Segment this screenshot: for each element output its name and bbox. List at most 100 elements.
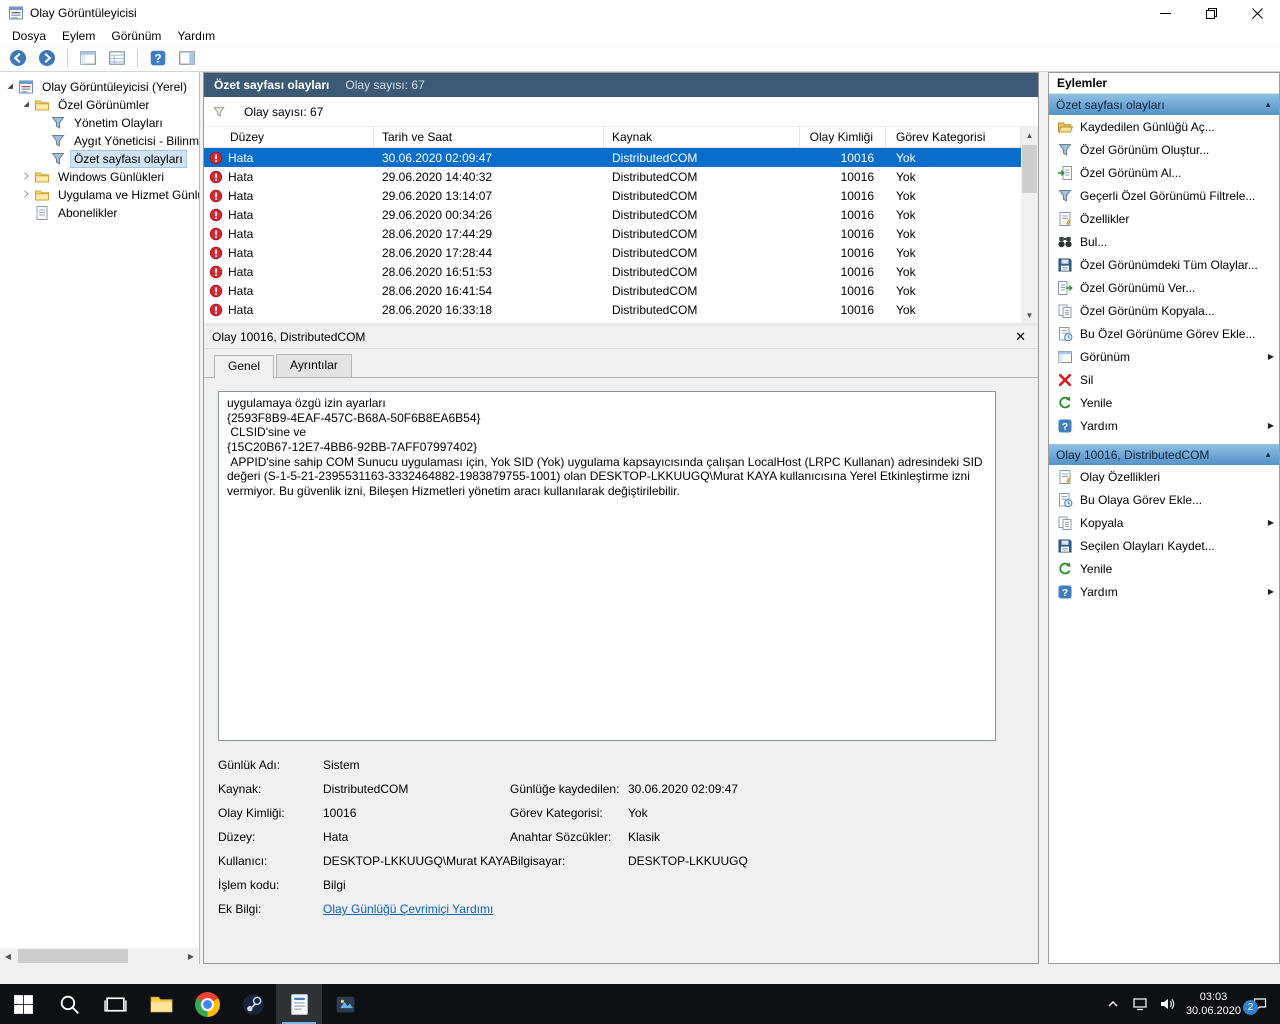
event-viewer-button[interactable] — [276, 984, 322, 1024]
copy-icon — [1057, 303, 1073, 319]
action-group-header[interactable]: Özet sayfası olayları ▲ — [1049, 94, 1279, 115]
column-header[interactable]: Görev Kategorisi — [886, 127, 1021, 147]
level-cell: Hata — [204, 227, 374, 241]
event-row[interactable]: Hata 29.06.2020 13:14:07 DistributedCOM 100… — [204, 186, 1021, 205]
action-item[interactable]: Kaydedilen Günlüğü Aç... — [1049, 115, 1279, 138]
action-item[interactable]: Özellikler — [1049, 207, 1279, 230]
forward-button[interactable] — [35, 47, 59, 69]
action-item[interactable]: Özel Görünüm Al... — [1049, 161, 1279, 184]
menu-item-1[interactable]: Eylem — [54, 27, 103, 45]
tree-item[interactable]: Uygulama ve Hizmet Günlük — [0, 186, 199, 204]
event-row[interactable]: Hata 28.06.2020 16:51:53 DistributedCOM 100… — [204, 262, 1021, 281]
chrome-button[interactable] — [184, 984, 230, 1024]
menu-item-3[interactable]: Yardım — [169, 27, 223, 45]
category-cell: Yok — [896, 150, 916, 165]
action-item[interactable]: Kopyala ▶ — [1049, 511, 1279, 534]
action-center-button[interactable]: 2 — [1243, 996, 1268, 1015]
console-tree-button[interactable] — [76, 47, 100, 69]
column-header[interactable]: Tarih ve Saat — [374, 127, 604, 147]
scroll-down-icon[interactable]: ▼ — [1022, 307, 1038, 323]
action-pane-button[interactable] — [175, 47, 199, 69]
tree-item[interactable]: Windows Günlükleri — [0, 168, 199, 186]
file-explorer-button[interactable] — [138, 984, 184, 1024]
action-item[interactable]: Özel Görünümdeki Tüm Olaylar... — [1049, 253, 1279, 276]
tree-item[interactable]: Abonelikler — [0, 204, 199, 222]
event-row[interactable]: Hata 28.06.2020 16:41:54 DistributedCOM 100… — [204, 281, 1021, 300]
list-view-button[interactable] — [105, 47, 129, 69]
start-icon — [11, 992, 36, 1017]
network-icon[interactable] — [1132, 996, 1148, 1012]
volume-icon[interactable] — [1159, 996, 1175, 1012]
event-row[interactable]: Hata 30.06.2020 02:09:47 DistributedCOM 100… — [204, 148, 1021, 167]
tree-expander-icon[interactable] — [19, 99, 33, 111]
menu-item-2[interactable]: Görünüm — [103, 27, 169, 45]
event-row[interactable]: Hata 28.06.2020 16:33:18 DistributedCOM 100… — [204, 300, 1021, 319]
tray-chevron-icon[interactable] — [1105, 996, 1121, 1012]
action-item[interactable]: Bul... — [1049, 230, 1279, 253]
event-description[interactable]: uygulamaya özgü izin ayarları {2593F8B9-… — [218, 391, 996, 741]
close-button[interactable] — [1234, 0, 1280, 26]
event-viewer-window: Olay Görüntüleyicisi Dosya Eylem Görünüm Ya… — [0, 0, 1280, 1024]
tree-item[interactable]: Özet sayfası olayları — [0, 150, 199, 168]
tree-item[interactable]: Olay Görüntüleyicisi (Yerel) — [0, 78, 199, 96]
column-header[interactable]: Olay Kimliği — [800, 127, 886, 147]
tree-horizontal-scrollbar[interactable]: ◀ ▶ — [0, 948, 199, 964]
toolbar-separator — [67, 49, 68, 67]
action-item[interactable]: Bu Olaya Görev Ekle... — [1049, 488, 1279, 511]
action-item[interactable]: Özel Görünüm Oluştur... — [1049, 138, 1279, 161]
pinned-app-button[interactable] — [322, 984, 368, 1024]
scroll-up-icon[interactable]: ▲ — [1022, 127, 1038, 143]
action-item[interactable]: Sil — [1049, 368, 1279, 391]
restore-button[interactable] — [1188, 0, 1234, 26]
action-item[interactable]: ? Yardım ▶ — [1049, 414, 1279, 437]
list-vertical-scrollbar[interactable]: ▲ ▼ — [1021, 127, 1038, 323]
event-row[interactable]: Hata 29.06.2020 00:34:26 DistributedCOM 100… — [204, 205, 1021, 224]
scrollbar-thumb[interactable] — [1022, 145, 1037, 193]
search-button[interactable] — [46, 984, 92, 1024]
tree-item[interactable]: Özel Görünümler — [0, 96, 199, 114]
action-item[interactable]: Özel Görünüm Kopyala... — [1049, 299, 1279, 322]
steam-button[interactable] — [230, 984, 276, 1024]
action-item[interactable]: Bu Özel Görünüme Görev Ekle... — [1049, 322, 1279, 345]
column-header[interactable]: Kaynak — [604, 127, 800, 147]
chrome-icon — [194, 991, 220, 1017]
action-item[interactable]: Seçilen Olayları Kaydet... — [1049, 534, 1279, 557]
help-button[interactable]: ? — [146, 47, 170, 69]
scrollbar-thumb[interactable] — [18, 949, 128, 963]
event-row[interactable]: Hata 29.06.2020 14:40:32 DistributedCOM 100… — [204, 167, 1021, 186]
action-pane-icon — [178, 49, 196, 67]
event-row[interactable]: Hata 28.06.2020 17:44:29 DistributedCOM 100… — [204, 224, 1021, 243]
task-view-button[interactable] — [92, 984, 138, 1024]
action-item[interactable]: Yenile — [1049, 557, 1279, 580]
tree-expander-icon[interactable] — [19, 189, 33, 201]
tree-expander-icon[interactable] — [19, 171, 33, 183]
event-fields: Günlük Adı: Sistem Kaynak: DistributedCOM Gü… — [218, 758, 1024, 926]
event-log-online-help-link[interactable]: Olay Günlüğü Çevrimiçi Yardımı — [323, 902, 510, 916]
scroll-right-icon[interactable]: ▶ — [183, 948, 199, 964]
tree-expander-icon[interactable] — [3, 81, 17, 93]
tree-item[interactable]: Yönetim Olayları — [0, 114, 199, 132]
tree-item[interactable]: Aygıt Yöneticisi - Bilinme — [0, 132, 199, 150]
tab-genel[interactable]: Genel — [214, 355, 275, 378]
start-button[interactable] — [0, 984, 46, 1024]
scrollbar-track[interactable] — [1021, 143, 1038, 307]
scrollbar-track[interactable] — [16, 948, 183, 964]
action-item[interactable]: ? Yardım ▶ — [1049, 580, 1279, 603]
event-row[interactable]: Hata 28.06.2020 17:28:44 DistributedCOM 100… — [204, 243, 1021, 262]
action-item[interactable]: Geçerli Özel Görünümü Filtrele... — [1049, 184, 1279, 207]
clock[interactable]: 03:03 30.06.2020 — [1186, 990, 1241, 1019]
filter-icon — [50, 115, 66, 131]
column-header[interactable]: Düzey — [204, 127, 374, 147]
action-item[interactable]: Özel Görünümü Ver... — [1049, 276, 1279, 299]
action-item[interactable]: Olay Özellikleri — [1049, 465, 1279, 488]
menu-item-0[interactable]: Dosya — [4, 27, 54, 45]
close-preview-icon[interactable]: ✕ — [1011, 329, 1030, 345]
action-item[interactable]: Görünüm ▶ — [1049, 345, 1279, 368]
level-cell: Hata — [204, 208, 374, 222]
tab-ayrintilar[interactable]: Ayrıntılar — [276, 354, 352, 377]
action-group-header[interactable]: Olay 10016, DistributedCOM ▲ — [1049, 444, 1279, 465]
back-button[interactable] — [6, 47, 30, 69]
action-item[interactable]: Yenile — [1049, 391, 1279, 414]
scroll-left-icon[interactable]: ◀ — [0, 948, 16, 964]
minimize-button[interactable] — [1142, 0, 1188, 26]
